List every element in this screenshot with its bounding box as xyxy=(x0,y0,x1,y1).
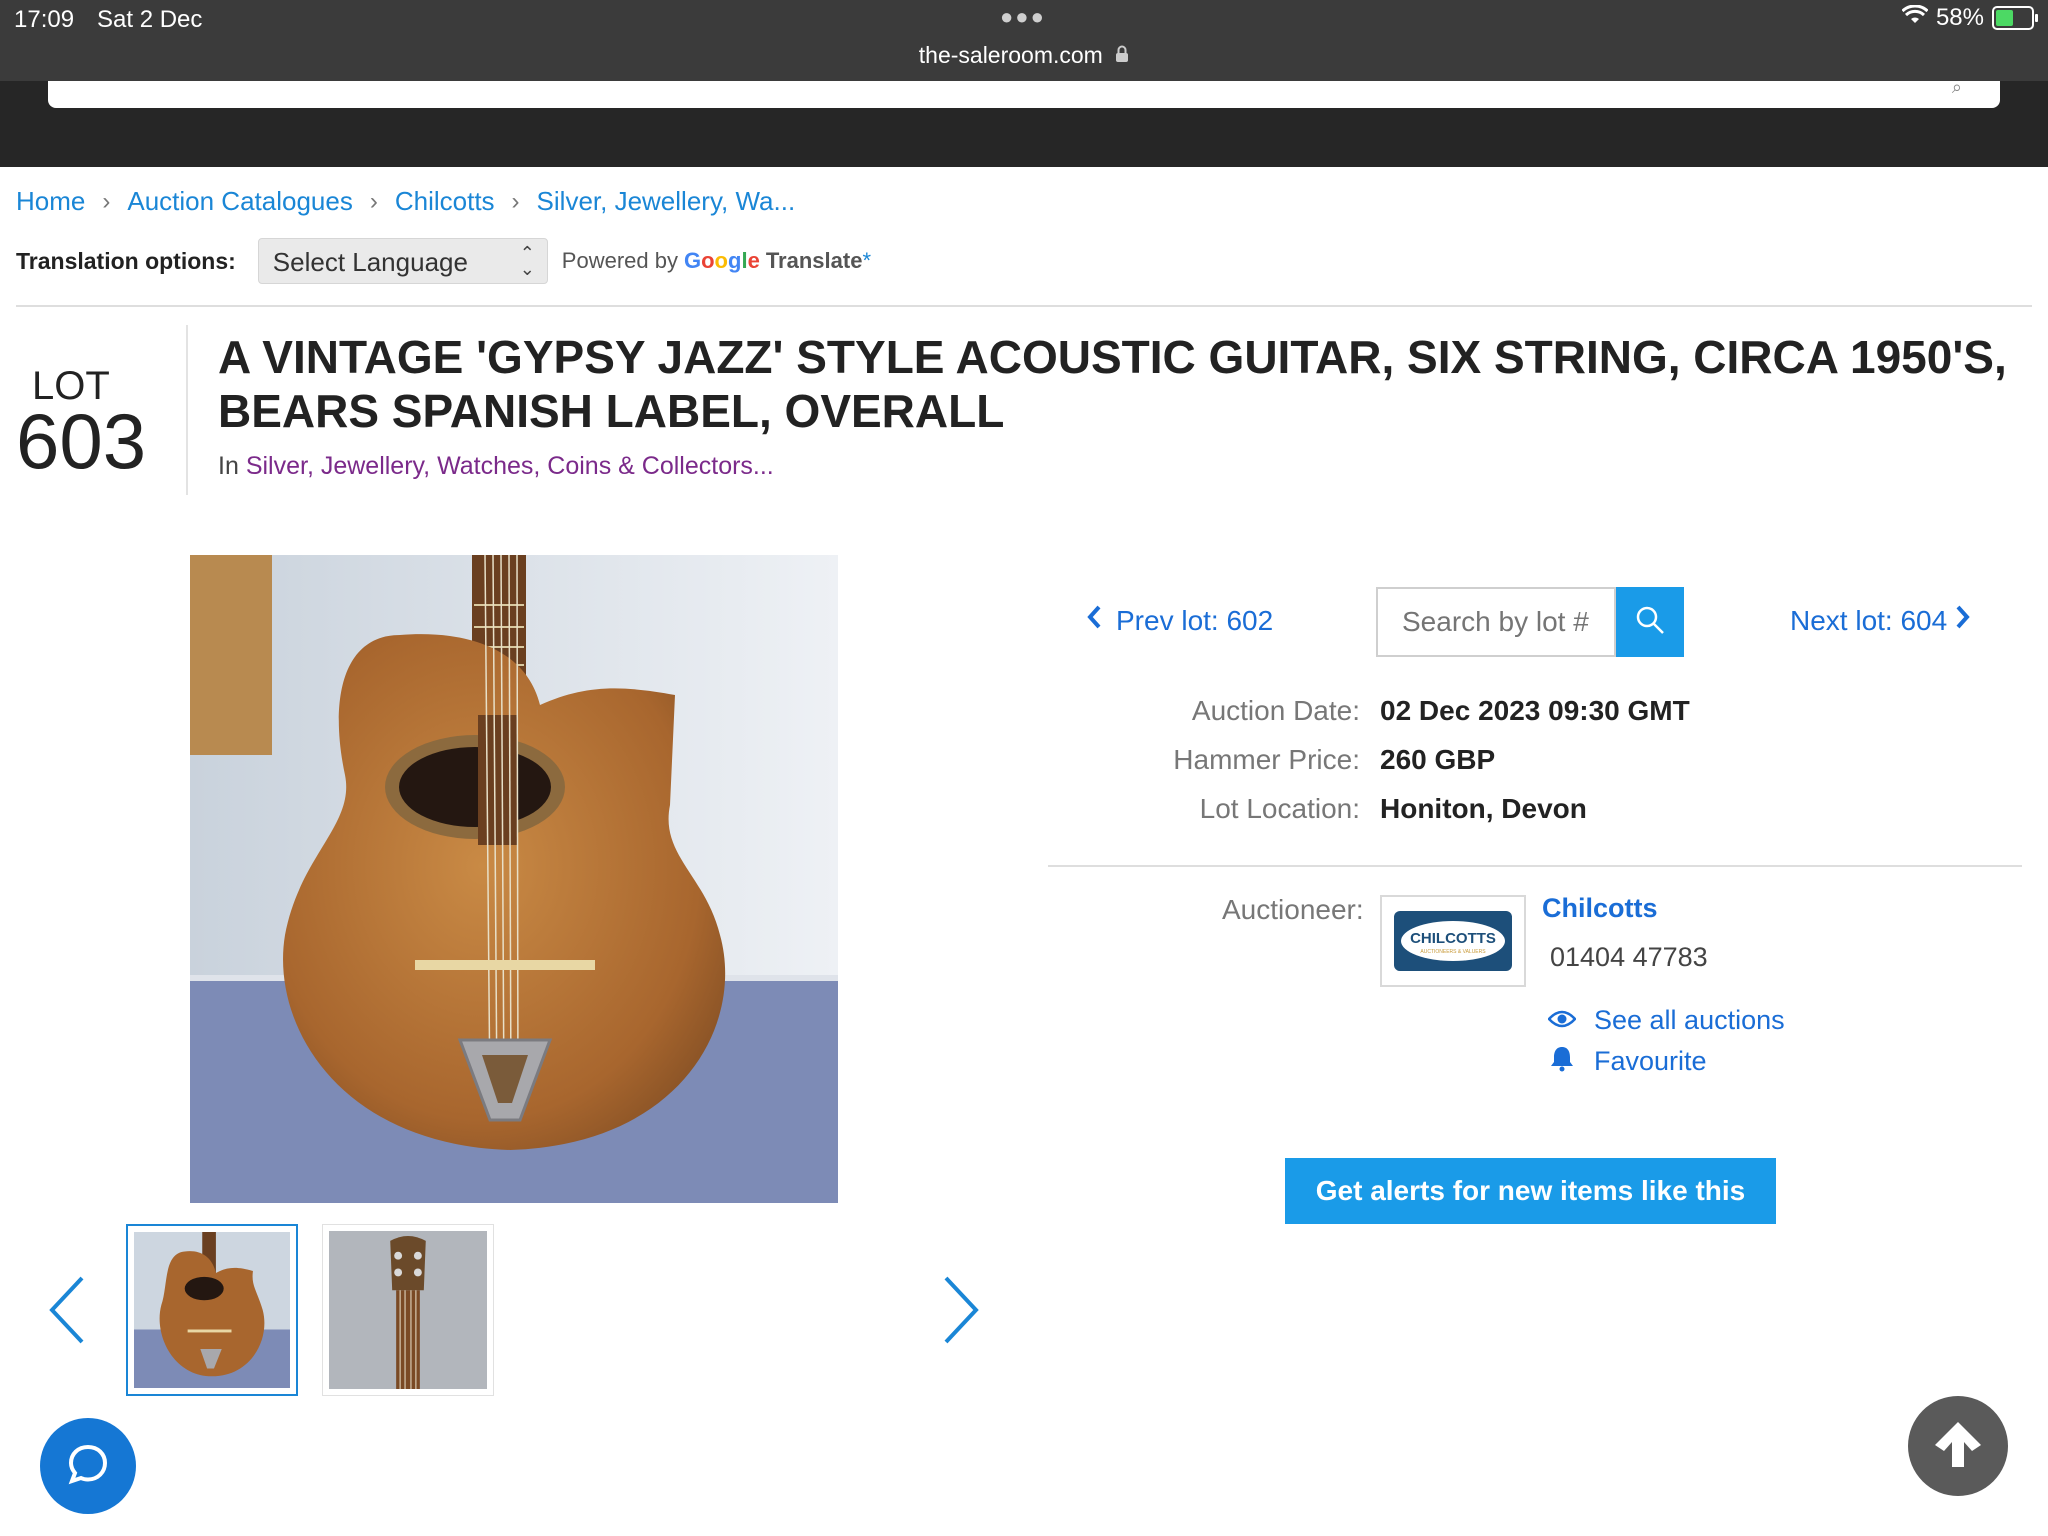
chevron-right-icon: › xyxy=(369,187,378,215)
divider xyxy=(1048,865,2022,867)
auctioneer-label: Auctioneer: xyxy=(1222,894,1364,925)
search-icon xyxy=(1635,605,1665,640)
logo-text: CHILCOTTS xyxy=(1410,930,1496,947)
thumbnail-2[interactable] xyxy=(322,1224,494,1396)
carousel-prev-button[interactable] xyxy=(42,1270,92,1350)
next-lot-label: Next lot: 604 xyxy=(1790,604,1948,636)
translation-label: Translation options: xyxy=(16,247,236,274)
detail-label: Hammer Price: xyxy=(1173,744,1360,775)
prev-lot-link[interactable]: Prev lot: 602 xyxy=(1086,604,1273,637)
status-bar: 17:09 Sat 2 Dec ●●● the-saleroom.com 58% xyxy=(0,0,2048,81)
status-time: 17:09 xyxy=(14,6,75,33)
back-to-top-button[interactable] xyxy=(1908,1396,2008,1496)
site-search-bar[interactable]: ⌕ xyxy=(48,77,2000,108)
in-prefix: In xyxy=(218,452,239,480)
chevron-right-icon: › xyxy=(102,187,111,215)
breadcrumb-category[interactable]: Silver, Jewellery, Wa... xyxy=(537,186,796,217)
detail-label: Auction Date: xyxy=(1191,695,1360,726)
see-all-auctions-link[interactable]: See all auctions xyxy=(1547,1005,1785,1036)
breadcrumb-auction-catalogues[interactable]: Auction Catalogues xyxy=(127,186,352,217)
arrow-up-icon xyxy=(1931,1417,1985,1476)
breadcrumb-home[interactable]: Home xyxy=(16,186,85,217)
battery-icon xyxy=(1992,6,2038,30)
eye-icon xyxy=(1547,1005,1577,1036)
lot-title: A VINTAGE 'GYPSY JAZZ' STYLE ACOUSTIC GU… xyxy=(218,331,2007,437)
status-indicators: 58% xyxy=(1901,4,2038,32)
thumbnail-1[interactable] xyxy=(126,1224,298,1396)
lot-number: 603 xyxy=(16,397,147,485)
url-text: the-saleroom.com xyxy=(918,42,1103,68)
auctioneer-phone: 01404 47783 xyxy=(1550,942,1708,972)
language-select-value: Select Language xyxy=(272,247,468,277)
detail-label: Lot Location: xyxy=(1199,793,1360,824)
wifi-icon xyxy=(1901,4,1929,32)
lot-search-input[interactable] xyxy=(1376,587,1616,657)
search-icon[interactable]: ⌕ xyxy=(1952,77,1962,98)
breadcrumb-chilcotts[interactable]: Chilcotts xyxy=(395,186,495,217)
select-arrows-icon: ⌃ ⌄ xyxy=(519,243,535,279)
divider xyxy=(16,305,2032,307)
get-alerts-button[interactable]: Get alerts for new items like this xyxy=(1285,1158,1776,1224)
carousel-next-button[interactable] xyxy=(936,1270,986,1350)
prev-lot-label: Prev lot: 602 xyxy=(1116,604,1274,636)
asterisk: * xyxy=(862,248,871,273)
translation-options: Translation options: Select Language ⌃ ⌄ … xyxy=(16,238,871,284)
battery-percent: 58% xyxy=(1935,4,1984,31)
chevron-right-icon xyxy=(1955,604,1971,637)
detail-value: Honiton, Devon xyxy=(1380,793,1587,824)
lot-category-line: In Silver, Jewellery, Watches, Coins & C… xyxy=(218,452,774,481)
more-dots-icon[interactable]: ●●● xyxy=(1000,4,1046,30)
main-lot-image[interactable] xyxy=(190,554,838,1203)
translate-text: Translate xyxy=(765,248,863,273)
address-bar[interactable]: the-saleroom.com xyxy=(0,42,2048,69)
battery-level xyxy=(1996,10,2014,26)
lot-search-button[interactable] xyxy=(1616,587,1684,657)
status-date: Sat 2 Dec xyxy=(97,6,203,33)
bell-icon xyxy=(1548,1044,1576,1079)
detail-value: 260 GBP xyxy=(1380,744,1496,775)
powered-by-google[interactable]: Powered by Google Translate * xyxy=(562,248,871,274)
auctioneer-name-link[interactable]: Chilcotts xyxy=(1542,893,1658,924)
breadcrumb: Home › Auction Catalogues › Chilcotts › … xyxy=(16,186,795,217)
chevron-right-icon: › xyxy=(511,187,520,215)
favourite-label: Favourite xyxy=(1594,1046,1707,1076)
logo-subtext: AUCTIONEERS & VALUERS xyxy=(1420,949,1486,955)
chevron-left-icon xyxy=(1086,604,1102,637)
category-link[interactable]: Silver, Jewellery, Watches, Coins & Coll… xyxy=(246,452,774,480)
powered-by-text: Powered by xyxy=(561,248,678,273)
google-logo: Google xyxy=(683,248,760,273)
detail-value: 02 Dec 2023 09:30 GMT xyxy=(1380,695,1690,726)
see-all-auctions-label: See all auctions xyxy=(1594,1005,1785,1035)
next-lot-link[interactable]: Next lot: 604 xyxy=(1790,604,1971,637)
chat-bubble-icon xyxy=(65,1441,111,1492)
language-select[interactable]: Select Language ⌃ ⌄ xyxy=(257,238,548,284)
lock-icon xyxy=(1115,42,1129,69)
favourite-link[interactable]: Favourite xyxy=(1548,1044,1707,1079)
chat-button[interactable] xyxy=(40,1418,136,1514)
auctioneer-logo[interactable]: CHILCOTTS AUCTIONEERS & VALUERS xyxy=(1380,895,1526,987)
